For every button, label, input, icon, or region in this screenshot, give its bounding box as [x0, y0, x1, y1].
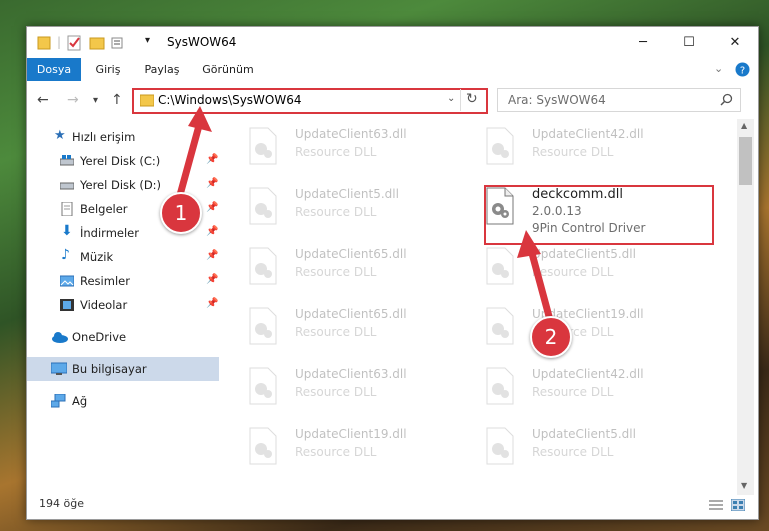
- annotation-arrows: [176, 106, 554, 324]
- step-badge-1: 1: [160, 192, 202, 234]
- arrow-2-head: [517, 230, 541, 258]
- arrow-1: [176, 118, 204, 199]
- arrow-1-head: [188, 106, 212, 132]
- arrow-2: [526, 242, 554, 324]
- step-badge-2: 2: [530, 316, 572, 358]
